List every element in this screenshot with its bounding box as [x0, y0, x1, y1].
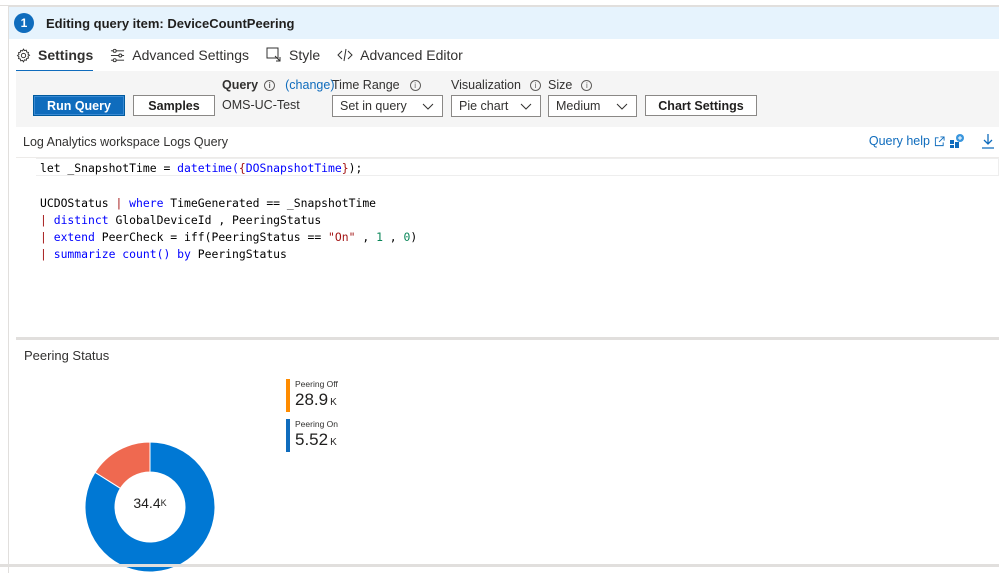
code-line: | summarize count() by PeeringStatus [40, 247, 287, 262]
chevron-down-icon [422, 103, 434, 110]
bottom-border [0, 564, 999, 567]
chart-settings-button[interactable]: Chart Settings [645, 95, 757, 116]
run-query-button[interactable]: Run Query [33, 95, 125, 116]
external-link-icon [934, 135, 945, 146]
editor-title: Editing query item: DeviceCountPeering [46, 15, 295, 31]
query-code[interactable]: let _SnapshotTime = datetime({DOSnapshot… [40, 160, 417, 264]
size-field-label: Size i [548, 78, 593, 92]
legend-value: 28.9 K [295, 390, 338, 413]
visualization-dropdown[interactable]: Pie chart [451, 95, 541, 117]
time-range-field-label: Time Range i [332, 78, 421, 92]
tab-advanced-settings-label: Advanced Settings [132, 47, 249, 63]
query-editor[interactable]: let _SnapshotTime = datetime({DOSnapshot… [16, 157, 999, 337]
section-divider [16, 337, 999, 340]
query-change-link[interactable]: (change) [285, 78, 334, 92]
time-range-dropdown[interactable]: Set in query [332, 95, 443, 117]
tab-settings[interactable]: Settings [16, 39, 94, 72]
legend-value-unit: K [330, 397, 337, 408]
chevron-down-icon [616, 103, 628, 110]
tab-style-label: Style [288, 47, 321, 63]
size-value: Medium [556, 99, 601, 113]
code-line: | extend PeerCheck = iff(PeeringStatus =… [40, 230, 418, 245]
legend-item-peering-on[interactable]: Peering On 5.52 K [286, 419, 338, 453]
legend-item-peering-off[interactable]: Peering Off 28.9 K [286, 379, 338, 413]
query-section-title: Log Analytics workspace Logs Query [23, 135, 228, 149]
sliders-icon [111, 48, 125, 62]
tab-advanced-settings[interactable]: Advanced Settings [110, 39, 249, 71]
code-line: | distinct GlobalDeviceId , PeeringStatu… [40, 212, 322, 227]
visualization-value: Pie chart [459, 99, 509, 113]
step-badge: 1 [14, 13, 34, 33]
legend-label: Peering On [295, 419, 338, 429]
legend-color-swatch [286, 379, 290, 412]
code-line: UCDOStatus | where TimeGenerated == _Sna… [40, 195, 377, 210]
visualization-field-label: Visualization i [451, 78, 541, 92]
query-help-link[interactable]: Query help [869, 134, 945, 148]
time-range-value: Set in query [340, 99, 407, 113]
info-icon: i [264, 79, 276, 91]
query-item-editor: 1 Editing query item: DeviceCountPeering… [8, 6, 999, 573]
query-section-header: Log Analytics workspace Logs Query Query… [16, 127, 999, 157]
settings-tabs: Settings Advanced Settings Style Advance… [9, 39, 999, 72]
tab-advanced-editor[interactable]: Advanced Editor [337, 39, 463, 71]
chart-title: Peering Status [24, 348, 110, 363]
donut-total-value: 34.4 [133, 495, 161, 511]
legend-color-swatch [286, 419, 290, 452]
donut-center-total: 34.4 K [85, 431, 215, 573]
pin-to-dashboard-icon[interactable] [949, 133, 965, 149]
info-icon: i [409, 79, 421, 91]
query-field-label: Query i (change) [222, 78, 334, 92]
legend-label: Peering Off [295, 379, 338, 389]
tab-style[interactable]: Style [266, 39, 320, 71]
visualization-label: Visualization [451, 78, 521, 92]
query-help-label: Query help [868, 134, 930, 148]
size-label: Size [548, 78, 573, 92]
legend-value: 5.52 K [295, 430, 338, 453]
gear-icon [16, 47, 31, 63]
query-toolbar: Run Query Samples Query i (change) OMS-U… [16, 71, 999, 127]
time-range-label: Time Range [332, 78, 400, 92]
code-line: let _SnapshotTime = datetime({DOSnapshot… [40, 161, 363, 175]
chevron-down-icon [520, 103, 532, 110]
samples-button[interactable]: Samples [133, 95, 215, 116]
tab-advanced-editor-label: Advanced Editor [360, 47, 463, 63]
info-icon: i [529, 79, 541, 91]
tab-settings-label: Settings [38, 47, 94, 63]
query-label: Query [222, 78, 259, 92]
size-dropdown[interactable]: Medium [548, 95, 637, 117]
code-icon [337, 48, 353, 62]
download-icon[interactable] [981, 133, 995, 149]
style-cursor-icon [266, 47, 281, 62]
legend-value-number: 28.9 [295, 390, 329, 409]
editor-header: 1 Editing query item: DeviceCountPeering [9, 7, 999, 39]
legend-value-unit: K [330, 437, 337, 448]
query-source-value: OMS-UC-Test [222, 98, 300, 112]
info-icon: i [581, 79, 593, 91]
legend-value-number: 5.52 [295, 430, 329, 449]
donut-total-unit: K [160, 498, 167, 508]
